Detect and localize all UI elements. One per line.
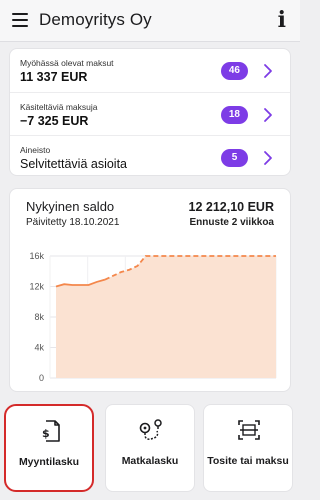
balance-card[interactable]: Nykyinen saldo Päivitetty 18.10.2021 12 … [9,188,291,392]
balance-chart: 16k 12k 8k 4k 0 [29,251,277,383]
balance-amount: 12 212,10 EUR [188,200,274,214]
chevron-right-icon [264,151,272,165]
top-app-bar: Demoyritys Oy i [0,0,300,42]
row-label: Aineisto [20,145,51,155]
route-pin-icon [139,419,162,440]
sales-invoice-button[interactable]: $ Myyntilasku [4,404,94,492]
action-label: Matkalasku [121,455,179,467]
travel-invoice-button[interactable]: Matkalasku [105,404,195,492]
balance-forecast: Ennuste 2 viikkoa [189,217,274,228]
summary-card: Myöhässä olevat maksut 11 337 EUR 46 Käs… [9,48,291,176]
balance-updated: Päivitetty 18.10.2021 [26,217,120,228]
material-row[interactable]: Aineisto Selvitettäviä asioita 5 [10,135,290,177]
info-icon[interactable]: i [278,7,286,33]
count-badge: 46 [220,62,248,80]
chevron-right-icon [264,64,272,78]
row-label: Käsiteltäviä maksuja [20,102,98,112]
count-badge: 18 [220,106,248,124]
invoice-dollar-icon: $ [42,420,60,442]
row-label: Myöhässä olevat maksut [20,58,114,68]
y-tick-label: 4k [34,343,44,353]
hamburger-menu-icon[interactable] [12,13,28,27]
action-label: Myyntilasku [18,456,80,468]
late-payments-row[interactable]: Myöhässä olevat maksut 11 337 EUR 46 [10,49,290,91]
company-title: Demoyritys Oy [39,10,152,29]
chevron-right-icon [264,108,272,122]
pending-payments-row[interactable]: Käsiteltäviä maksuja −7 325 EUR 18 [10,92,290,134]
svg-text:$: $ [42,427,50,440]
scan-document-icon [238,420,260,440]
count-badge: 5 [221,149,248,167]
y-tick-label: 0 [39,373,44,383]
row-value: Selvitettäviä asioita [20,157,128,171]
action-label: Tosite tai maksu [207,455,289,467]
y-tick-label: 12k [29,282,44,292]
row-value: 11 337 EUR [20,70,88,84]
balance-label: Nykyinen saldo [26,199,115,214]
y-tick-label: 16k [29,251,44,261]
y-tick-label: 8k [34,312,44,322]
row-value: −7 325 EUR [20,114,89,128]
receipt-or-payment-button[interactable]: Tosite tai maksu [203,404,293,492]
